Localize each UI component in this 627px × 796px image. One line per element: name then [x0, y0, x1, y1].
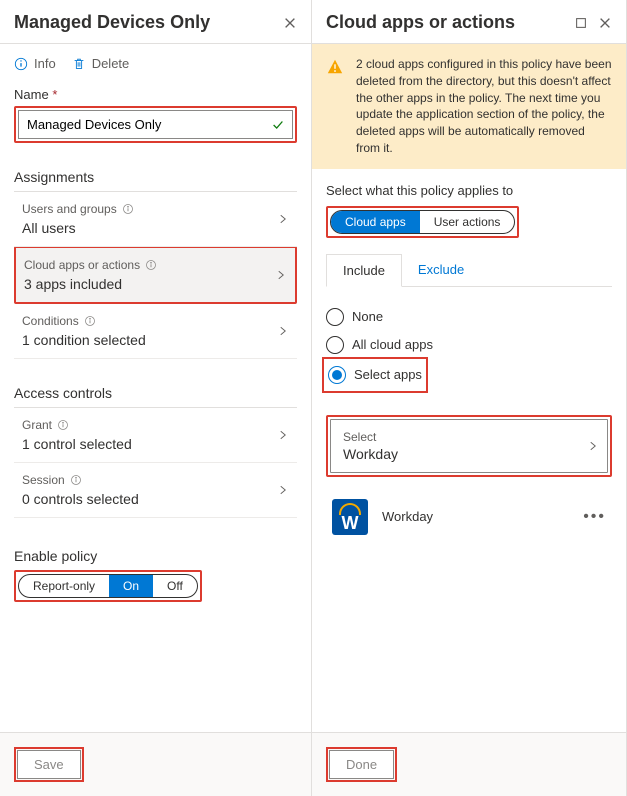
name-label: Name * [14, 87, 297, 102]
applies-to-toggle[interactable]: Cloud apps User actions [330, 210, 515, 234]
select-picker-label: Select [343, 430, 595, 444]
info-icon [57, 419, 69, 431]
radio-select-apps[interactable]: Select apps [328, 361, 422, 389]
radio-none-label: None [352, 309, 383, 324]
select-apps-picker[interactable]: Select Workday [330, 419, 608, 473]
assignments-section-title: Assignments [14, 169, 297, 192]
left-panel-header: Managed Devices Only [0, 0, 311, 44]
include-exclude-tabs: Include Exclude [326, 254, 612, 287]
applies-to-highlight: Cloud apps User actions [326, 206, 519, 238]
enable-policy-highlight: Report-only On Off [14, 570, 202, 602]
session-label: Session [22, 473, 65, 487]
save-button-highlight: Save [14, 747, 84, 782]
info-label: Info [34, 56, 56, 71]
info-button[interactable]: Info [14, 56, 56, 71]
cloud-apps-panel: Cloud apps or actions 2 cloud apps confi… [312, 0, 627, 796]
app-name: Workday [382, 509, 569, 524]
info-icon [14, 57, 28, 71]
right-panel-header: Cloud apps or actions [312, 0, 626, 44]
conditions-value: 1 condition selected [22, 332, 291, 348]
session-value: 0 controls selected [22, 491, 291, 507]
cloud-apps-value: 3 apps included [24, 276, 289, 292]
select-picker-value: Workday [343, 446, 595, 462]
policy-panel: Managed Devices Only Info Delete Name * … [0, 0, 312, 796]
workday-icon: W [332, 499, 368, 535]
right-panel-body: Select what this policy applies to Cloud… [312, 169, 626, 732]
conditions-row[interactable]: Conditions 1 condition selected [14, 304, 297, 359]
info-icon [70, 474, 82, 486]
pill-off[interactable]: Off [153, 575, 197, 597]
access-controls-section-title: Access controls [14, 385, 297, 408]
pill-user-actions[interactable]: User actions [420, 211, 515, 233]
toolbar: Info Delete [14, 56, 297, 81]
left-panel-body: Info Delete Name * Assignments Users and… [0, 44, 311, 732]
panel-title: Managed Devices Only [14, 12, 273, 33]
chevron-right-icon [277, 484, 289, 496]
info-icon [145, 259, 157, 271]
app-icon-letter: W [342, 514, 359, 535]
maximize-icon[interactable] [574, 16, 588, 30]
info-icon [122, 203, 134, 215]
trash-icon [72, 57, 86, 71]
done-button[interactable]: Done [329, 750, 394, 779]
warning-text: 2 cloud apps configured in this policy h… [356, 57, 612, 155]
save-button[interactable]: Save [17, 750, 81, 779]
enable-policy-label: Enable policy [14, 548, 297, 564]
pill-report-only[interactable]: Report-only [19, 575, 109, 597]
done-button-highlight: Done [326, 747, 397, 782]
warning-banner: 2 cloud apps configured in this policy h… [312, 44, 626, 169]
cloud-apps-highlight: Cloud apps or actions 3 apps included [14, 246, 297, 304]
chevron-right-icon [277, 325, 289, 337]
close-icon[interactable] [283, 16, 297, 30]
chevron-right-icon [277, 213, 289, 225]
radio-all-label: All cloud apps [352, 337, 433, 352]
left-panel-footer: Save [0, 732, 311, 796]
radio-select-label: Select apps [354, 367, 422, 382]
grant-row[interactable]: Grant 1 control selected [14, 408, 297, 463]
users-groups-label: Users and groups [22, 202, 117, 216]
right-panel-footer: Done [312, 732, 626, 796]
radio-none[interactable]: None [326, 303, 612, 331]
close-icon[interactable] [598, 16, 612, 30]
check-icon [271, 118, 285, 132]
name-input-highlight [14, 106, 297, 143]
select-apps-highlight: Select Workday [326, 415, 612, 477]
conditions-label: Conditions [22, 314, 79, 328]
delete-label: Delete [92, 56, 130, 71]
applies-to-label: Select what this policy applies to [326, 183, 612, 198]
grant-label: Grant [22, 418, 52, 432]
radio-select-highlight: Select apps [322, 357, 428, 393]
name-input[interactable] [18, 110, 293, 139]
warning-icon [326, 58, 344, 76]
cloud-apps-label: Cloud apps or actions [24, 258, 140, 272]
more-options-button[interactable]: ••• [583, 508, 606, 526]
radio-all-cloud-apps[interactable]: All cloud apps [326, 331, 612, 359]
users-groups-row[interactable]: Users and groups All users [14, 192, 297, 247]
chevron-right-icon [275, 269, 287, 281]
users-groups-value: All users [22, 220, 291, 236]
info-icon [84, 315, 96, 327]
pill-cloud-apps[interactable]: Cloud apps [331, 211, 420, 233]
tab-include[interactable]: Include [326, 254, 402, 287]
selected-app-item: W Workday ••• [326, 485, 612, 549]
tab-exclude[interactable]: Exclude [402, 254, 480, 286]
session-row[interactable]: Session 0 controls selected [14, 463, 297, 518]
grant-value: 1 control selected [22, 436, 291, 452]
chevron-right-icon [277, 429, 289, 441]
delete-button[interactable]: Delete [72, 56, 130, 71]
cloud-apps-row[interactable]: Cloud apps or actions 3 apps included [16, 248, 295, 302]
enable-policy-toggle[interactable]: Report-only On Off [18, 574, 198, 598]
pill-on[interactable]: On [109, 575, 153, 597]
panel-title: Cloud apps or actions [326, 12, 564, 33]
scope-radio-group: None All cloud apps Select apps [326, 303, 612, 391]
chevron-right-icon [587, 440, 599, 452]
